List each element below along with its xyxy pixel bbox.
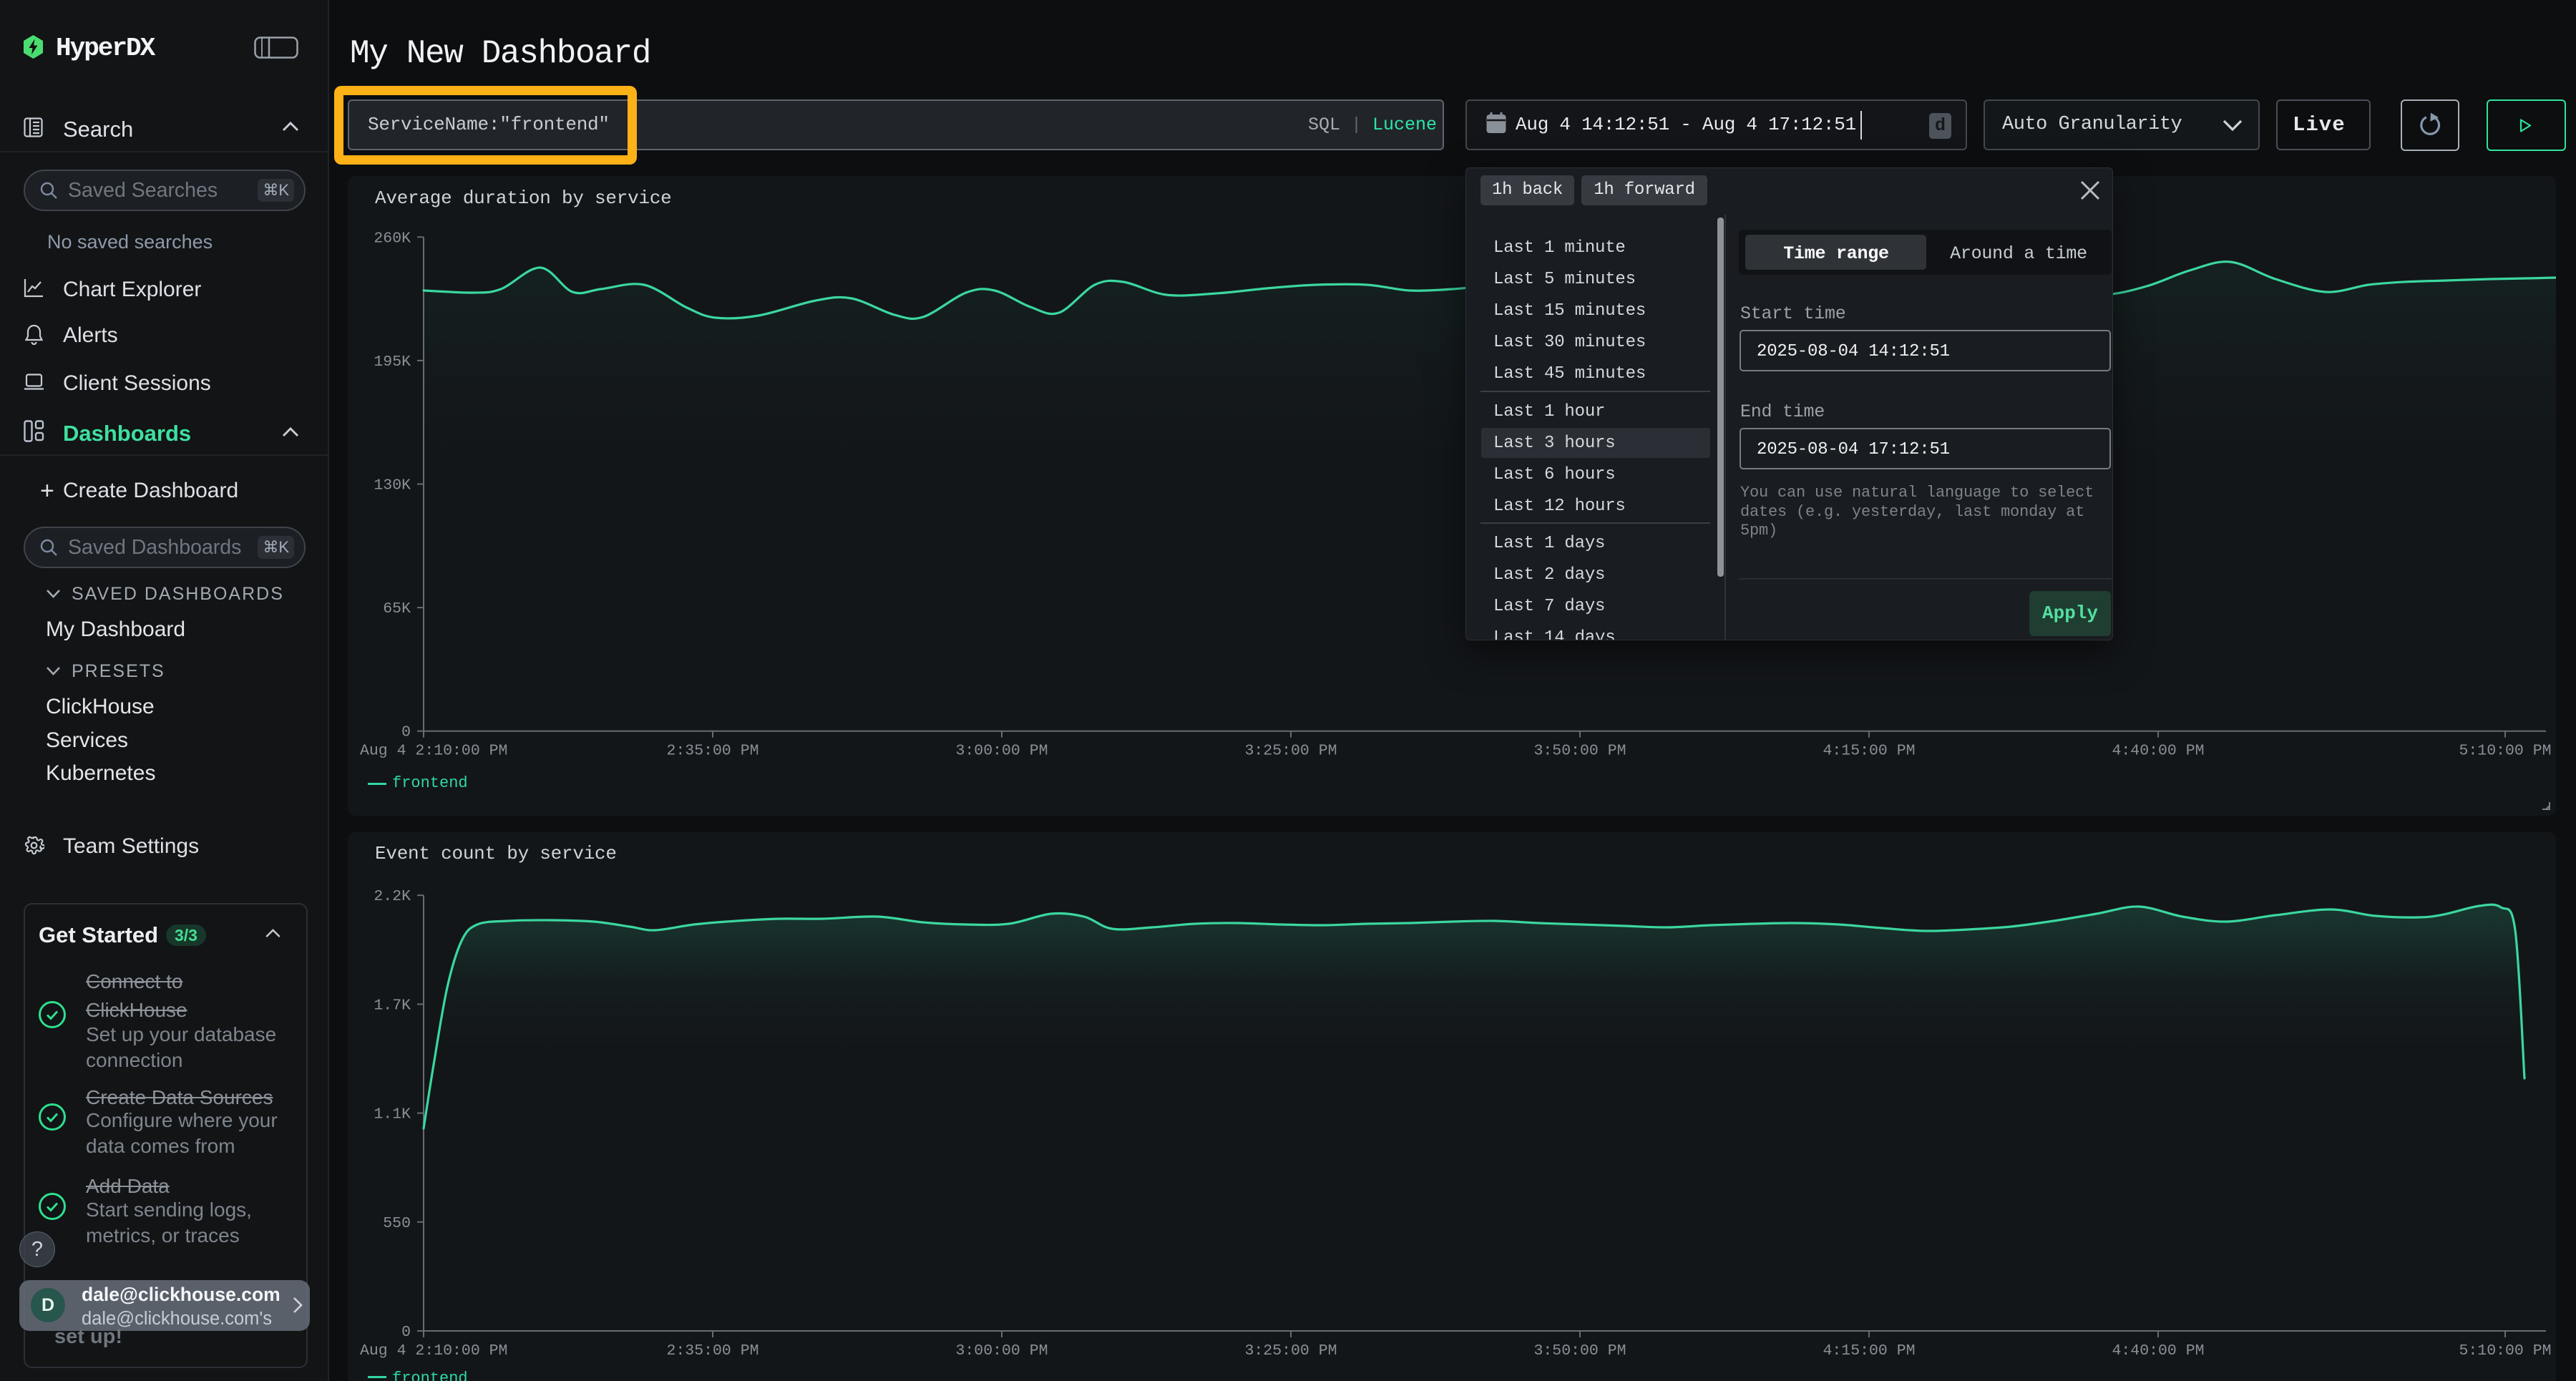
svg-text:2.2K: 2.2K [374,888,411,905]
svg-text:3:25:00 PM: 3:25:00 PM [1244,743,1337,760]
svg-text:0: 0 [401,724,411,741]
svg-text:2:35:00 PM: 2:35:00 PM [666,743,758,760]
svg-text:3:00:00 PM: 3:00:00 PM [955,743,1048,760]
svg-text:Aug 4 2:10:00 PM: Aug 4 2:10:00 PM [360,743,507,760]
svg-text:3:50:00 PM: 3:50:00 PM [1533,743,1626,760]
svg-text:Aug 4 2:10:00 PM: Aug 4 2:10:00 PM [360,1342,507,1360]
svg-text:5:10:00 PM: 5:10:00 PM [2459,743,2551,760]
svg-text:1.7K: 1.7K [374,997,411,1014]
svg-text:195K: 195K [374,353,411,371]
svg-text:4:40:00 PM: 4:40:00 PM [2112,1342,2204,1360]
svg-text:4:40:00 PM: 4:40:00 PM [2112,743,2204,760]
svg-text:1.1K: 1.1K [374,1106,411,1123]
svg-text:3:50:00 PM: 3:50:00 PM [1533,1342,1626,1360]
svg-text:3:25:00 PM: 3:25:00 PM [1244,1342,1337,1360]
svg-text:5:10:00 PM: 5:10:00 PM [2459,1342,2551,1360]
svg-text:2:35:00 PM: 2:35:00 PM [666,1342,758,1360]
svg-text:0: 0 [401,1324,411,1341]
svg-text:65K: 65K [383,600,411,618]
svg-text:4:15:00 PM: 4:15:00 PM [1823,1342,1915,1360]
svg-text:4:15:00 PM: 4:15:00 PM [1823,743,1915,760]
svg-text:130K: 130K [374,477,411,494]
svg-text:3:00:00 PM: 3:00:00 PM [955,1342,1048,1360]
svg-text:550: 550 [383,1215,411,1232]
